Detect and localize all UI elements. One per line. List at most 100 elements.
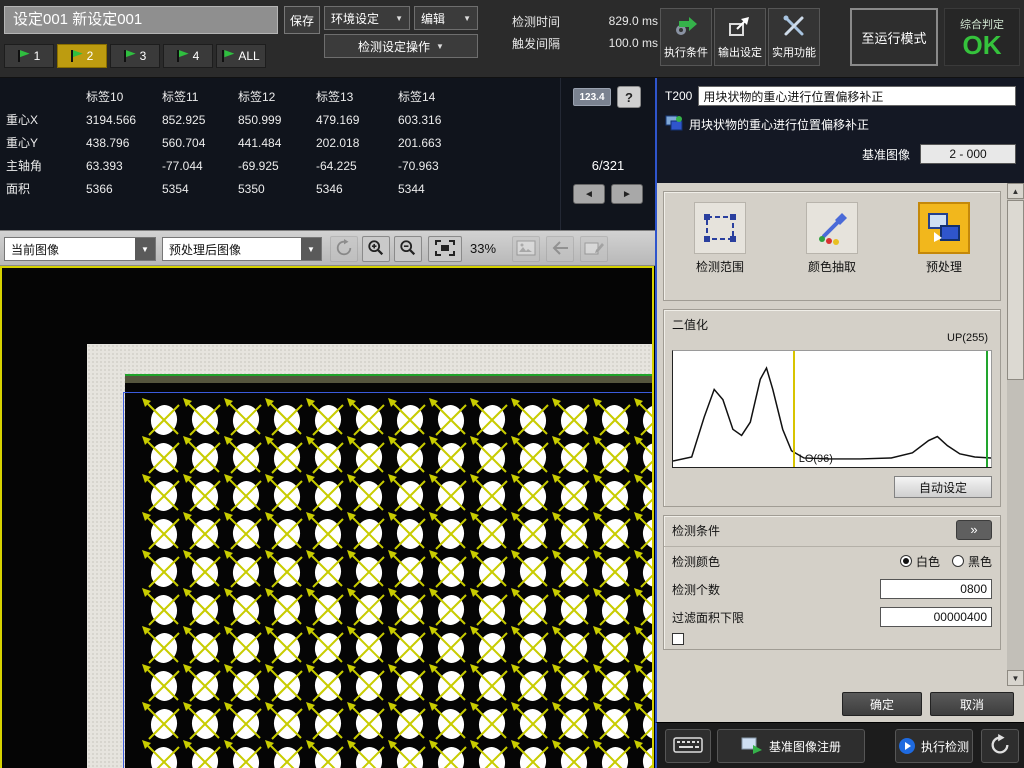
- unit-header: T200 用块状物的重心进行位置偏移补正 基准图像 2 - 000: [655, 78, 1024, 183]
- column-header: 标签12: [232, 86, 310, 109]
- table-cell: 560.704: [156, 132, 232, 155]
- output-settings-label: 输出设定: [718, 44, 762, 60]
- output-settings-icon: [727, 15, 753, 40]
- black-radio-label: 黑色: [968, 553, 992, 570]
- row-label: 重心X: [0, 109, 80, 132]
- tool-button-3[interactable]: 预处理: [898, 202, 990, 275]
- timing-block: 检测时间829.0 ms 触发间隔100.0 ms: [512, 10, 658, 54]
- binarize-title: 二值化: [664, 310, 1000, 333]
- reference-image-select[interactable]: 2 - 000: [920, 144, 1016, 164]
- min-area-input[interactable]: [880, 607, 992, 627]
- row-label: 主轴角: [0, 155, 80, 178]
- aux-image-icon-button[interactable]: [512, 236, 540, 262]
- tool-button-2[interactable]: 颜色抽取: [786, 202, 878, 275]
- ok-button[interactable]: 确定: [842, 692, 922, 716]
- table-cell: -69.925: [232, 155, 310, 178]
- output-settings-button[interactable]: 输出设定: [714, 8, 766, 66]
- aux-back-icon-button[interactable]: [546, 236, 574, 262]
- up-threshold-line[interactable]: [986, 351, 988, 467]
- scene-button-1[interactable]: 1: [4, 44, 54, 68]
- run-mode-button[interactable]: 至运行模式: [850, 8, 938, 66]
- scene-button-2[interactable]: 2: [57, 44, 107, 68]
- keyboard-icon: [673, 737, 703, 756]
- detect-color-label: 检测颜色: [672, 553, 900, 570]
- unit-description: 用块状物的重心进行位置偏移补正: [689, 116, 869, 133]
- black-radio[interactable]: [952, 555, 964, 567]
- column-header: 标签10: [80, 86, 156, 109]
- min-area-label: 过滤面积下限: [672, 609, 880, 626]
- overall-judgement: 综合判定 OK: [944, 8, 1020, 66]
- unit-title-input[interactable]: [698, 86, 1016, 106]
- row-label: 面积: [0, 178, 80, 201]
- scene-title: 设定001 新设定001: [4, 6, 278, 34]
- preprocess-icon: [918, 202, 970, 254]
- measure-time-label: 检测时间: [512, 13, 560, 30]
- zoom-in-button[interactable]: [362, 236, 390, 262]
- table-cell: 202.018: [310, 132, 392, 155]
- scene-button-ALL[interactable]: ALL: [216, 44, 266, 68]
- table-cell: 5346: [310, 178, 392, 201]
- zoom-level: 33%: [470, 241, 496, 256]
- lo-threshold-label: LO(96): [799, 453, 833, 465]
- prev-page-button[interactable]: ◄: [573, 184, 605, 204]
- image-source-select[interactable]: 当前图像: [4, 237, 156, 261]
- help-button[interactable]: ?: [617, 86, 641, 108]
- white-radio[interactable]: [900, 555, 912, 567]
- ball-grid-overlay: [2, 268, 654, 768]
- keyboard-button[interactable]: [665, 729, 711, 763]
- unit-number: T200: [665, 89, 692, 103]
- utility-label: 实用功能: [772, 44, 816, 60]
- lo-threshold-line[interactable]: [793, 351, 795, 467]
- confirm-row: 确定 取消: [655, 686, 1024, 722]
- scene-flag-icon: [71, 50, 83, 62]
- register-reference-button[interactable]: 基准图像注册: [717, 729, 865, 763]
- save-button[interactable]: 保存: [284, 6, 320, 34]
- image-display-area[interactable]: [0, 266, 654, 768]
- exec-condition-button[interactable]: 执行条件: [660, 8, 712, 66]
- histogram[interactable]: LO(96): [672, 350, 992, 468]
- edit-menu[interactable]: 编辑: [414, 6, 478, 30]
- scrollbar-up-button[interactable]: ▲: [1007, 183, 1024, 199]
- zoom-out-button[interactable]: [394, 236, 422, 262]
- filter-checkbox[interactable]: [672, 633, 684, 645]
- trigger-interval-value: 100.0 ms: [609, 36, 658, 50]
- detect-count-input[interactable]: [880, 579, 992, 599]
- scrollbar-down-button[interactable]: ▼: [1007, 670, 1024, 686]
- image-mode-select[interactable]: 预处理后图像: [162, 237, 322, 261]
- utility-button[interactable]: 实用功能: [768, 8, 820, 66]
- tool-button-1[interactable]: 检测范围: [674, 202, 766, 275]
- scene-button-4[interactable]: 4: [163, 44, 213, 68]
- settings-scrollbar[interactable]: ▲ ▼: [1007, 183, 1024, 686]
- reference-image-label: 基准图像: [862, 146, 910, 163]
- sync-icon: [989, 734, 1011, 759]
- table-cell: 438.796: [80, 132, 156, 155]
- table-cell: 5354: [156, 178, 232, 201]
- table-cell: 201.663: [392, 132, 470, 155]
- column-header: 标签13: [310, 86, 392, 109]
- measurement-panel-side: 123.4 ? 6/321 ◄ ►: [560, 78, 655, 230]
- refresh-image-button[interactable]: [330, 236, 358, 262]
- scene-button-3[interactable]: 3: [110, 44, 160, 68]
- eyedropper-icon: [806, 202, 858, 254]
- region-icon: [694, 202, 746, 254]
- cancel-button[interactable]: 取消: [930, 692, 1014, 716]
- run-measure-button[interactable]: 执行检测: [895, 729, 973, 763]
- table-cell: 850.999: [232, 109, 310, 132]
- table-cell: 63.393: [80, 155, 156, 178]
- trigger-interval-label: 触发间隔: [512, 35, 560, 52]
- expand-button[interactable]: »: [956, 520, 992, 540]
- table-cell: 5366: [80, 178, 156, 201]
- table-cell: 5350: [232, 178, 310, 201]
- environment-menu[interactable]: 环境设定: [324, 6, 410, 30]
- aux-capture-icon-button[interactable]: [580, 236, 608, 262]
- refresh-icon: [335, 239, 353, 260]
- auto-set-button[interactable]: 自动设定: [894, 476, 992, 498]
- settings-panel: 检测范围颜色抽取预处理 二值化 UP(255) LO(96) 自动设定 检测条件…: [655, 183, 1024, 686]
- next-page-button[interactable]: ►: [611, 184, 643, 204]
- resync-button[interactable]: [981, 729, 1019, 763]
- numeric-display-button[interactable]: 123.4: [573, 88, 611, 106]
- scrollbar-thumb[interactable]: [1007, 200, 1024, 380]
- bottom-action-bar: 基准图像注册 执行检测: [655, 722, 1024, 768]
- measure-settings-menu[interactable]: 检测设定操作: [324, 34, 478, 58]
- fit-screen-button[interactable]: [428, 236, 462, 262]
